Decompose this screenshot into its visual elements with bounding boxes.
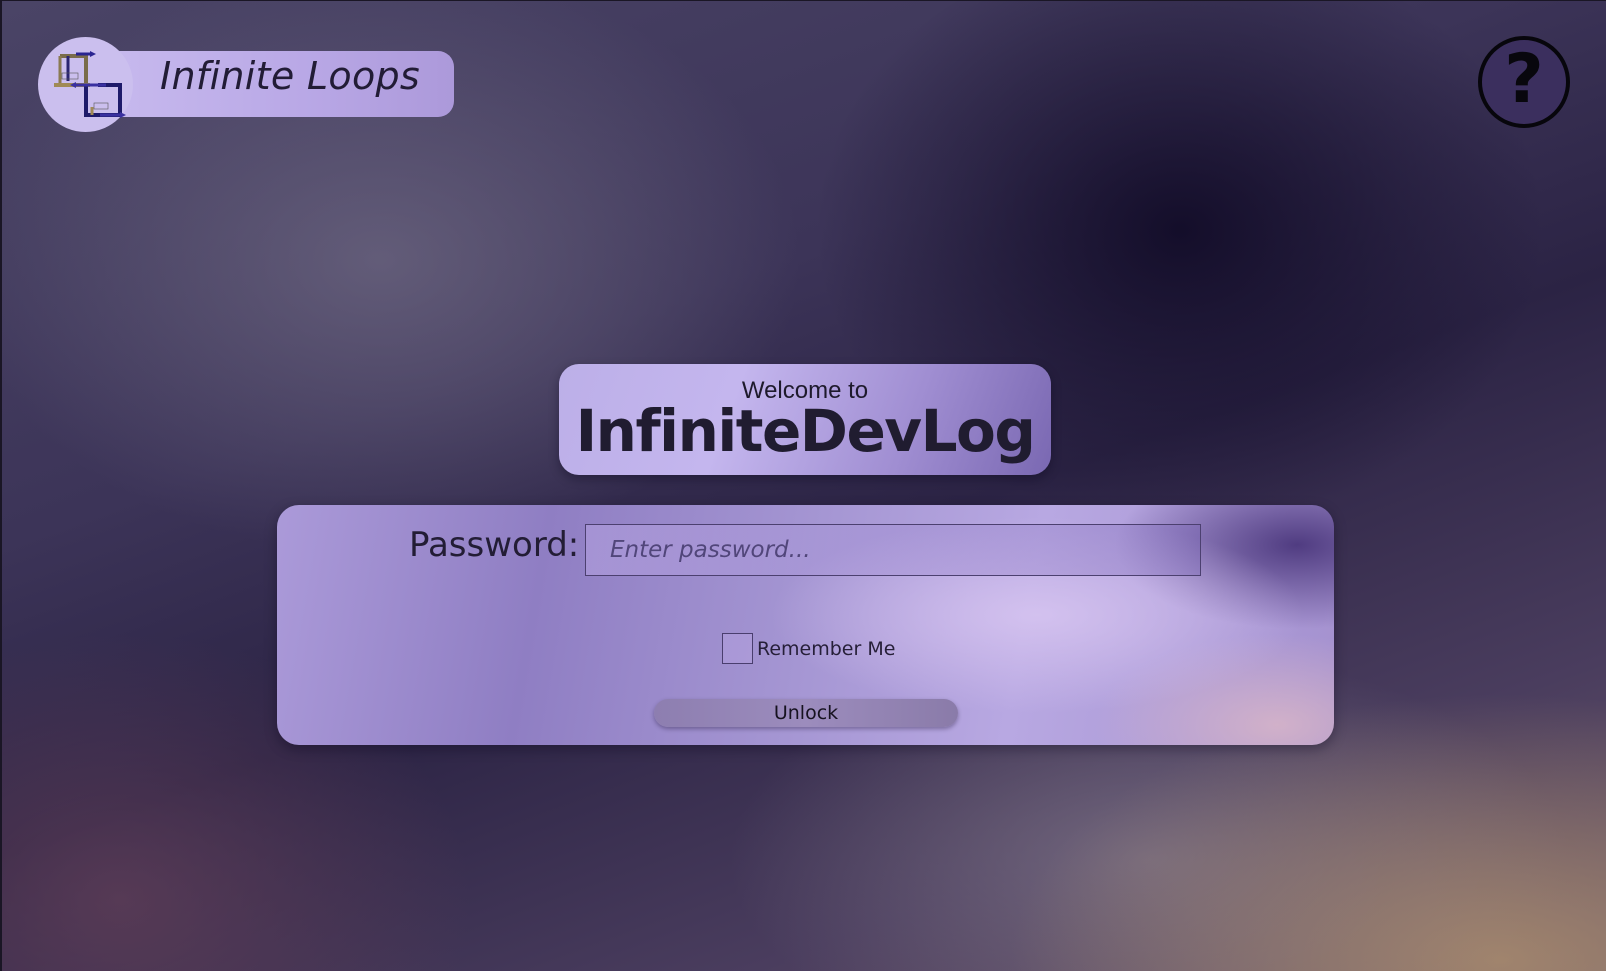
welcome-card: Welcome to InfiniteDevLog: [559, 364, 1051, 475]
login-card: Password: Remember Me Unlock: [277, 505, 1334, 745]
remember-me-row[interactable]: Remember Me: [722, 633, 895, 664]
question-mark-icon: ?: [1504, 40, 1544, 119]
app-title: InfiniteDevLog: [575, 397, 1036, 465]
window-top-edge: [0, 0, 1606, 1]
unlock-button[interactable]: Unlock: [654, 699, 958, 727]
help-button[interactable]: ?: [1478, 36, 1570, 128]
password-label: Password:: [409, 525, 580, 565]
remember-me-checkbox[interactable]: [722, 633, 753, 664]
brand-header: Infinite Loops: [38, 37, 454, 132]
remember-me-label[interactable]: Remember Me: [757, 638, 895, 660]
password-input[interactable]: [585, 524, 1201, 576]
window-left-edge: [0, 0, 2, 971]
brand-name: Infinite Loops: [160, 54, 421, 98]
infinite-loops-logo-icon: [54, 51, 126, 118]
